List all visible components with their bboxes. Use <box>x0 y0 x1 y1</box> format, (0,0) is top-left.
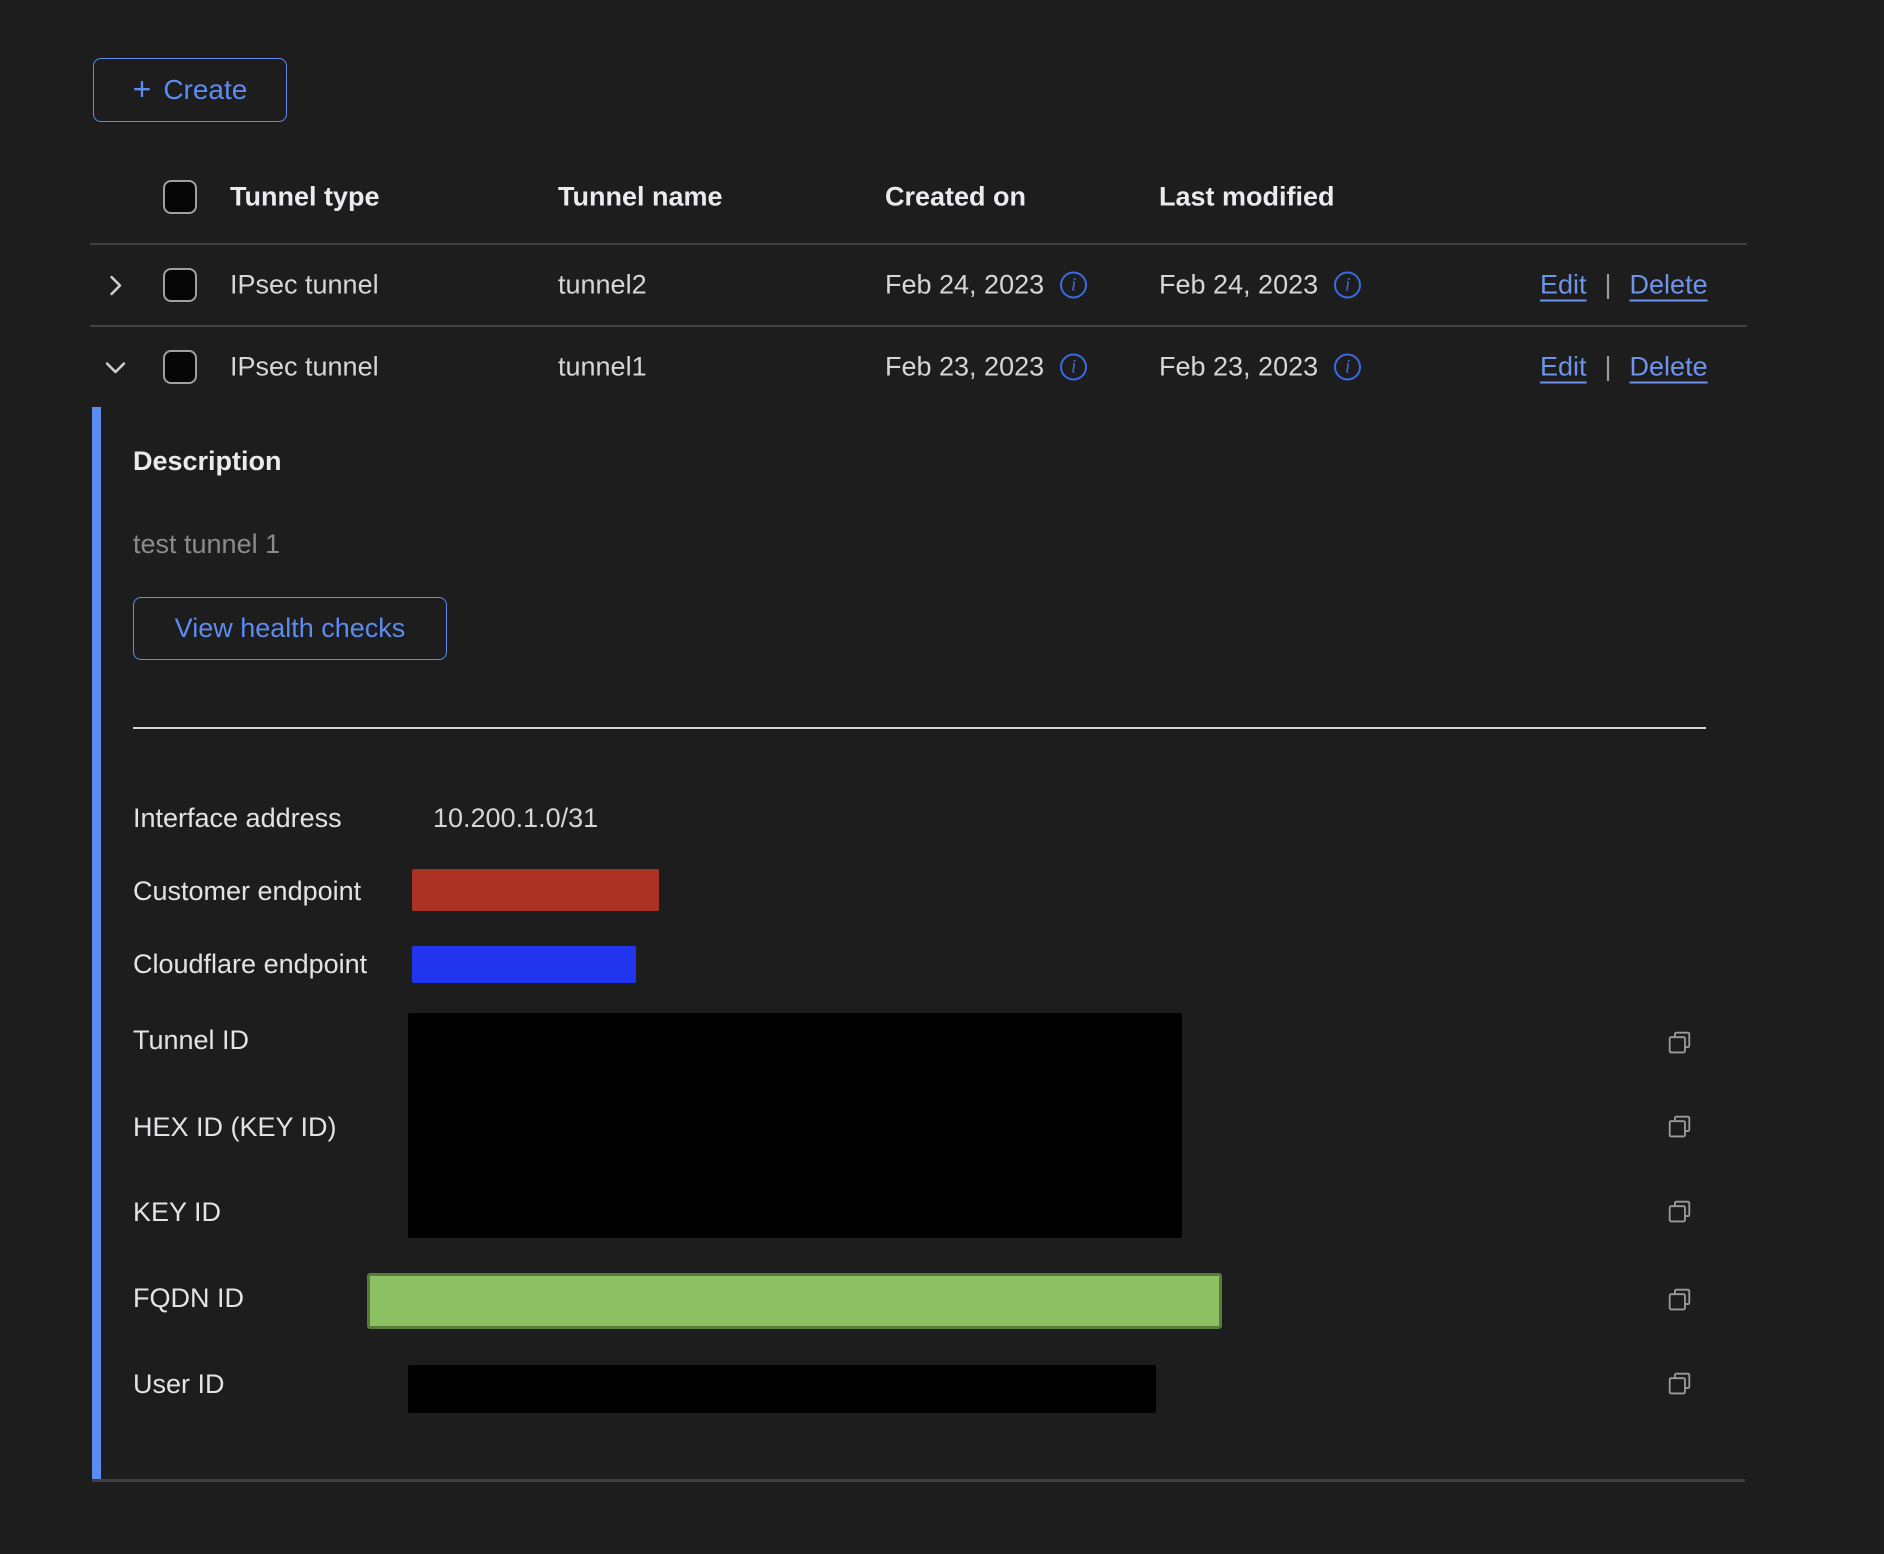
column-header-last-modified: Last modified <box>1159 181 1335 212</box>
select-all-checkbox[interactable] <box>163 180 197 214</box>
edit-link[interactable]: Edit <box>1540 352 1587 383</box>
view-health-checks-button[interactable]: View health checks <box>133 597 447 660</box>
user-id-label: User ID <box>133 1369 225 1400</box>
last-modified-value: Feb 23, 2023 <box>1159 352 1318 383</box>
interface-address-label: Interface address <box>133 803 342 834</box>
tunnel-name-cell: tunnel2 <box>558 270 647 301</box>
tunnel-id-redaction <box>408 1013 1182 1238</box>
row-checkbox[interactable] <box>163 350 197 384</box>
table-bottom-divider <box>92 1479 1745 1482</box>
last-modified-cell: Feb 24, 2023 i <box>1159 270 1361 301</box>
copy-key-id-icon[interactable] <box>1662 1194 1696 1228</box>
description-label: Description <box>133 446 282 477</box>
created-on-cell: Feb 23, 2023 i <box>885 352 1087 383</box>
hex-id-label: HEX ID (KEY ID) <box>133 1112 337 1143</box>
action-separator: | <box>1605 352 1612 383</box>
user-id-redaction <box>408 1365 1156 1413</box>
cloudflare-endpoint-label: Cloudflare endpoint <box>133 949 367 980</box>
chevron-down-icon[interactable] <box>98 350 132 384</box>
description-value: test tunnel 1 <box>133 529 280 560</box>
delete-link[interactable]: Delete <box>1630 270 1708 301</box>
info-icon[interactable]: i <box>1060 272 1087 299</box>
create-button[interactable]: + Create <box>93 58 287 122</box>
row-checkbox[interactable] <box>163 268 197 302</box>
tunnel-id-label: Tunnel ID <box>133 1025 249 1056</box>
info-icon[interactable]: i <box>1334 272 1361 299</box>
copy-tunnel-id-icon[interactable] <box>1662 1025 1696 1059</box>
fqdn-id-label: FQDN ID <box>133 1283 244 1314</box>
customer-endpoint-redaction <box>412 869 659 911</box>
table-header: Tunnel type Tunnel name Created on Last … <box>90 150 1747 245</box>
plus-icon: + <box>133 73 152 105</box>
expanded-row-indicator-bar <box>92 407 101 1479</box>
fqdn-id-redaction <box>367 1273 1222 1329</box>
table-row: IPsec tunnel tunnel2 Feb 24, 2023 i Feb … <box>90 245 1747 327</box>
info-icon[interactable]: i <box>1060 354 1087 381</box>
ipsec-tunnels-page: + Create Tunnel type Tunnel name Created… <box>0 0 1884 1554</box>
customer-endpoint-label: Customer endpoint <box>133 876 361 907</box>
created-on-value: Feb 23, 2023 <box>885 352 1044 383</box>
edit-link[interactable]: Edit <box>1540 270 1587 301</box>
key-id-label: KEY ID <box>133 1197 221 1228</box>
created-on-cell: Feb 24, 2023 i <box>885 270 1087 301</box>
copy-fqdn-id-icon[interactable] <box>1662 1282 1696 1316</box>
tunnel-type-cell: IPsec tunnel <box>230 270 379 301</box>
row-actions: Edit | Delete <box>1540 270 1708 301</box>
created-on-value: Feb 24, 2023 <box>885 270 1044 301</box>
copy-user-id-icon[interactable] <box>1662 1366 1696 1400</box>
interface-address-value: 10.200.1.0/31 <box>433 803 598 834</box>
row-actions: Edit | Delete <box>1540 352 1708 383</box>
tunnel-name-cell: tunnel1 <box>558 352 647 383</box>
column-header-created-on: Created on <box>885 181 1026 212</box>
info-icon[interactable]: i <box>1334 354 1361 381</box>
create-button-label: Create <box>163 74 247 106</box>
copy-hex-id-icon[interactable] <box>1662 1109 1696 1143</box>
panel-divider <box>133 727 1706 729</box>
cloudflare-endpoint-redaction <box>412 946 636 983</box>
table-row: IPsec tunnel tunnel1 Feb 23, 2023 i Feb … <box>90 327 1747 407</box>
last-modified-value: Feb 24, 2023 <box>1159 270 1318 301</box>
tunnel-type-cell: IPsec tunnel <box>230 352 379 383</box>
column-header-tunnel-name: Tunnel name <box>558 181 723 212</box>
action-separator: | <box>1605 270 1612 301</box>
chevron-right-icon[interactable] <box>98 268 132 302</box>
delete-link[interactable]: Delete <box>1630 352 1708 383</box>
column-header-tunnel-type: Tunnel type <box>230 181 380 212</box>
last-modified-cell: Feb 23, 2023 i <box>1159 352 1361 383</box>
